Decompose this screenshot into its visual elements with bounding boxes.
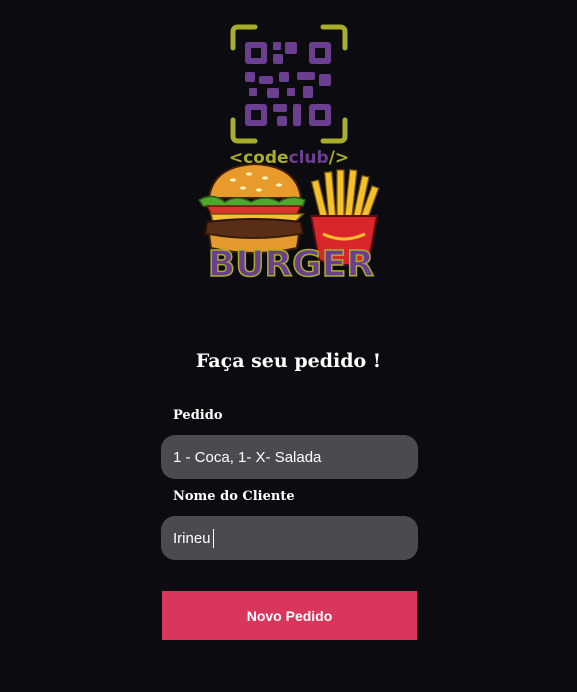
- page: <codeclub/> BURGER Faça seu pedido ! Ped…: [0, 0, 577, 692]
- order-label: Pedido: [173, 408, 223, 423]
- client-name-input[interactable]: [161, 516, 418, 560]
- qr-code-icon: [230, 24, 348, 144]
- order-input[interactable]: [161, 435, 418, 479]
- codeclub-burger-logo: <codeclub/> BURGER: [197, 24, 380, 282]
- text-caret: [213, 529, 214, 548]
- burger-text: BURGER: [208, 244, 374, 282]
- client-name-label: Nome do Cliente: [173, 489, 295, 504]
- burger-icon: [197, 162, 306, 254]
- page-title: Faça seu pedido !: [195, 350, 382, 372]
- new-order-button[interactable]: Novo Pedido: [162, 591, 417, 640]
